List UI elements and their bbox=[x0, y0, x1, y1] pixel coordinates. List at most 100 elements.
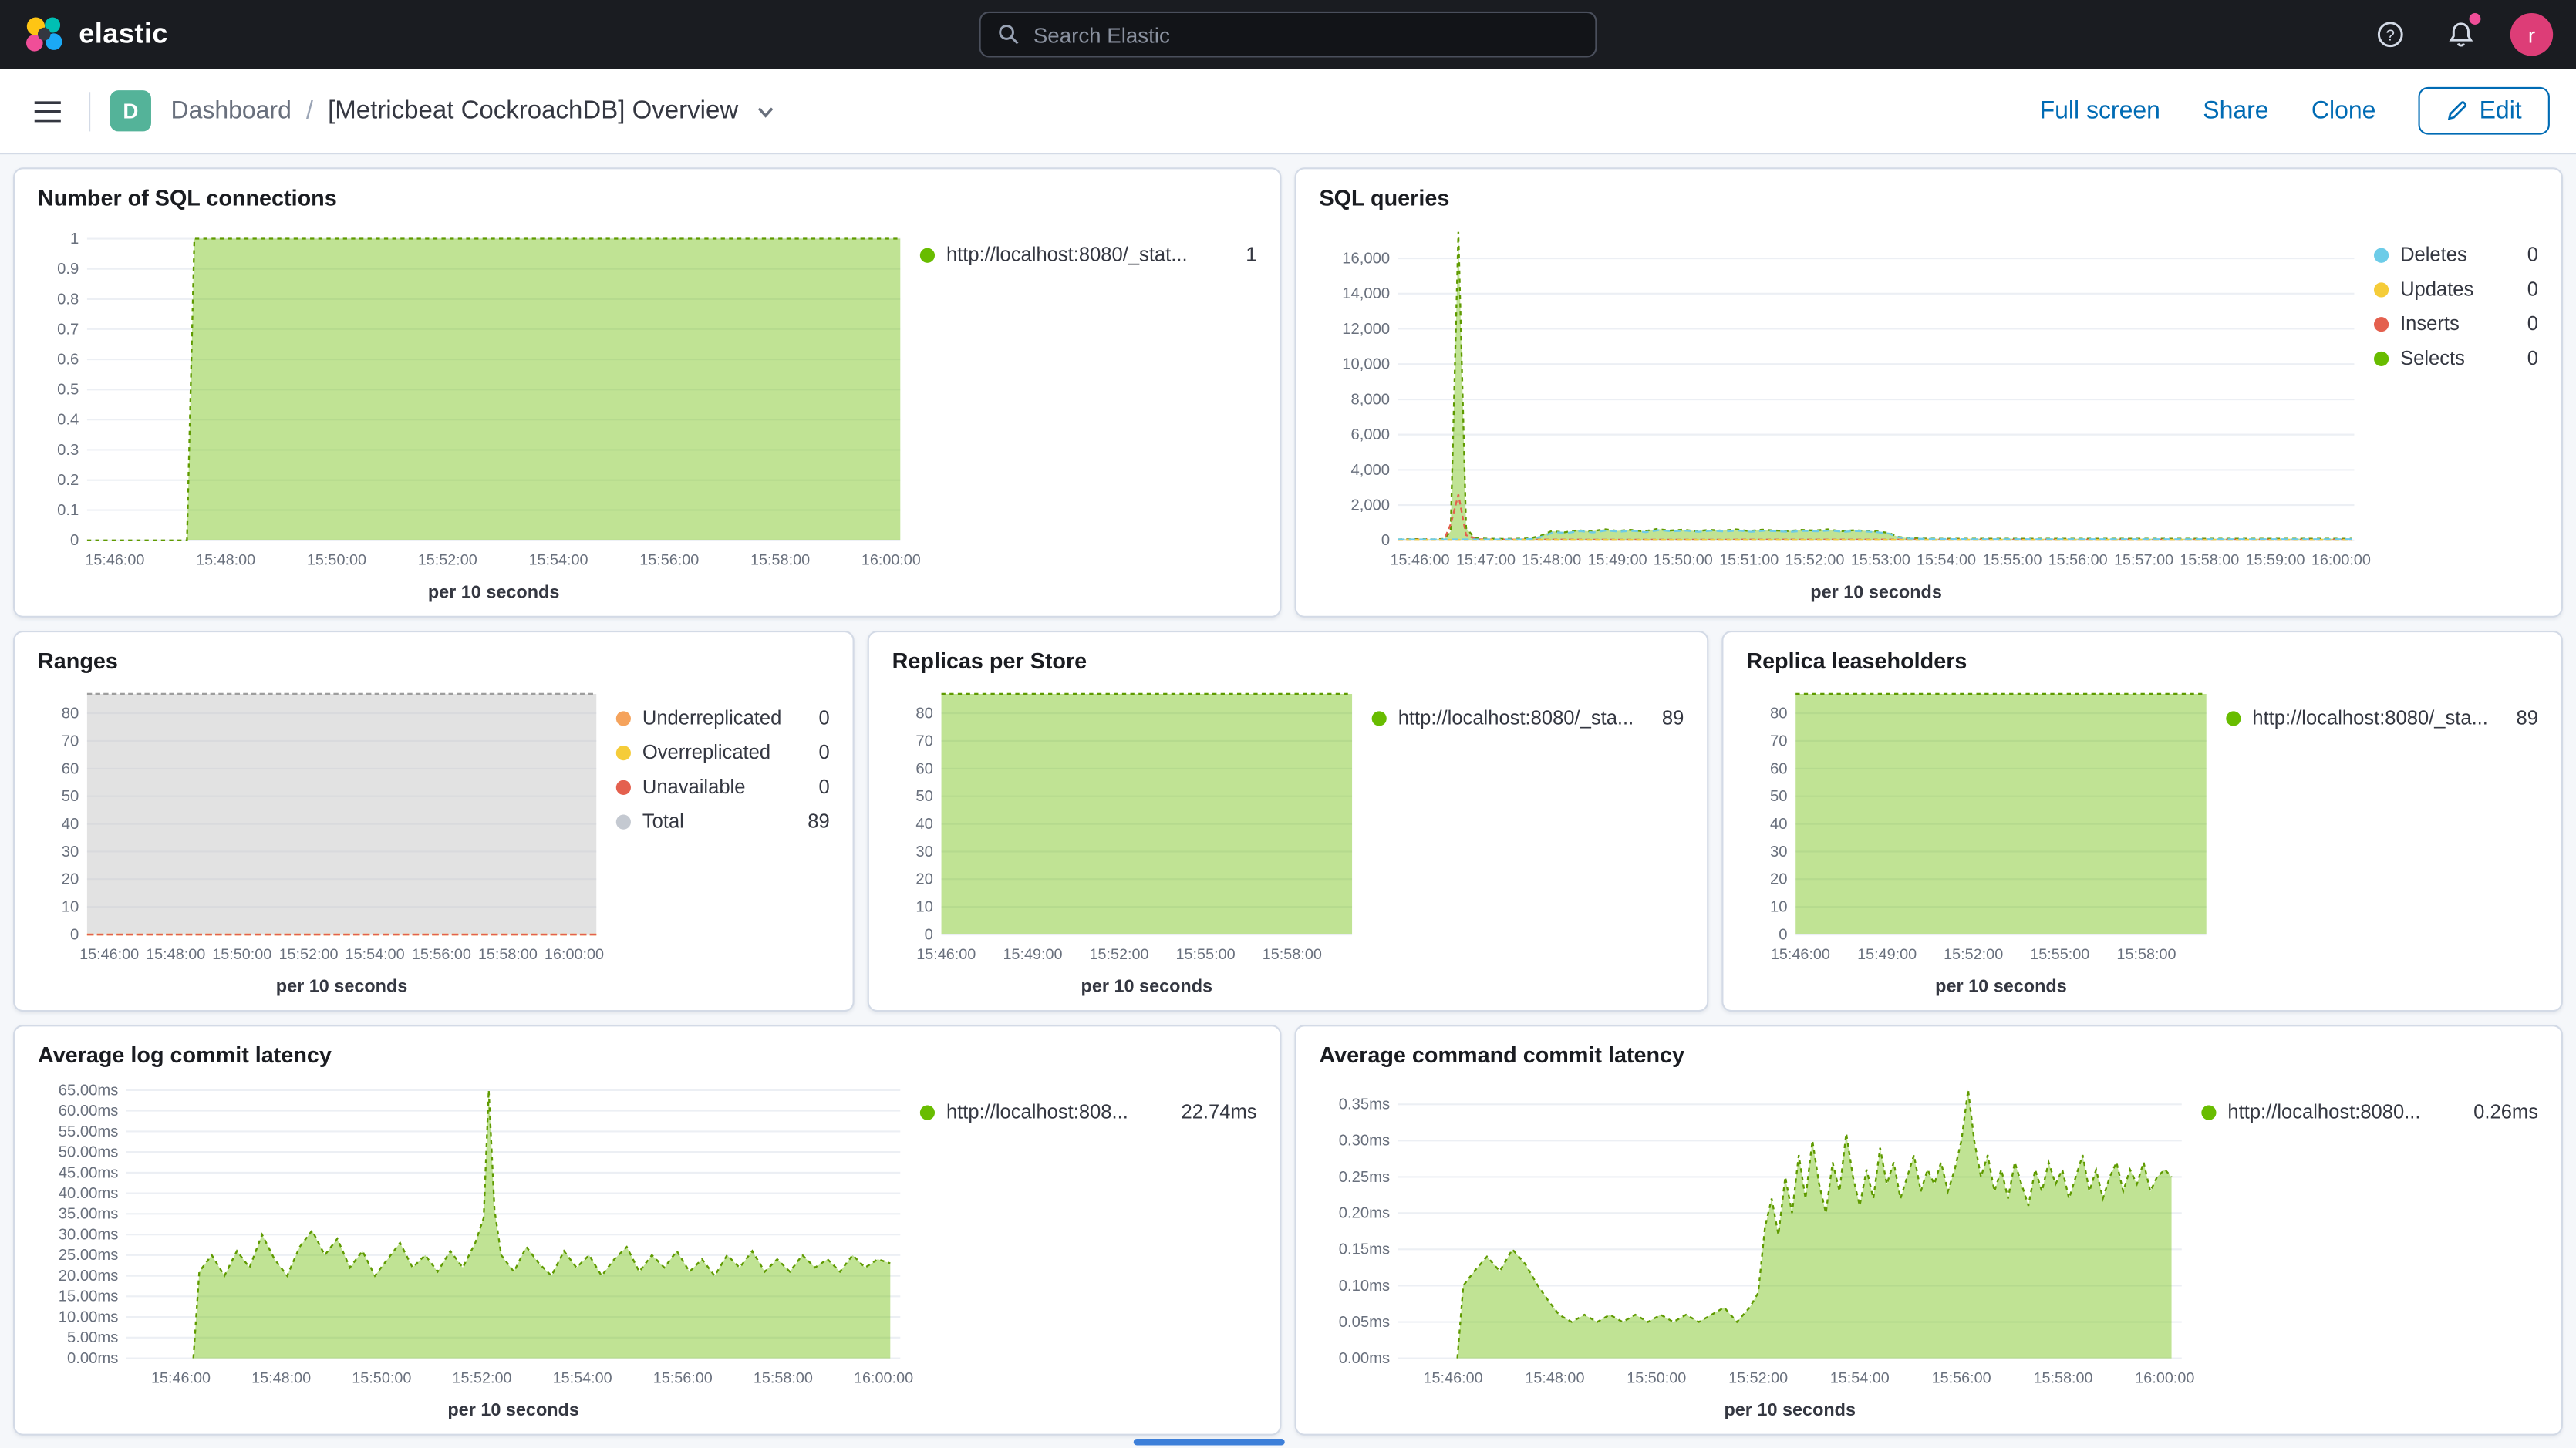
svg-text:15:49:00: 15:49:00 bbox=[1003, 946, 1062, 963]
svg-text:15:48:00: 15:48:00 bbox=[146, 946, 205, 963]
svg-text:15:46:00: 15:46:00 bbox=[151, 1370, 211, 1387]
panel-sql-queries: SQL queries 02,0004,0006,0008,00010,0001… bbox=[1295, 167, 2563, 618]
svg-text:50: 50 bbox=[915, 789, 933, 806]
legend-item[interactable]: http://localhost:808... 22.74ms bbox=[920, 1101, 1257, 1124]
svg-text:15:46:00: 15:46:00 bbox=[916, 946, 976, 963]
help-icon: ? bbox=[2375, 20, 2405, 49]
elastic-home-link[interactable]: elastic bbox=[23, 14, 168, 55]
svg-text:0.5: 0.5 bbox=[57, 382, 79, 399]
svg-text:15:54:00: 15:54:00 bbox=[528, 552, 588, 569]
legend-value: 0 bbox=[802, 776, 830, 799]
legend-label: Deletes bbox=[2400, 244, 2467, 267]
menu-toggle-button[interactable] bbox=[26, 91, 69, 130]
legend-item[interactable]: http://localhost:8080... 0.26ms bbox=[2201, 1101, 2538, 1124]
svg-text:25.00ms: 25.00ms bbox=[59, 1248, 119, 1264]
svg-text:0.25ms: 0.25ms bbox=[1339, 1169, 1390, 1186]
svg-text:15:46:00: 15:46:00 bbox=[1424, 1370, 1483, 1387]
edit-button[interactable]: Edit bbox=[2419, 87, 2550, 135]
svg-text:0: 0 bbox=[1779, 927, 1787, 944]
chart-ranges[interactable]: 0102030405060708015:46:0015:48:0015:50:0… bbox=[38, 677, 616, 1003]
legend-item[interactable]: Inserts 0 bbox=[2374, 312, 2538, 335]
svg-text:0: 0 bbox=[70, 533, 79, 550]
legend-item[interactable]: http://localhost:8080/_stat... 1 bbox=[920, 244, 1257, 267]
svg-text:15:58:00: 15:58:00 bbox=[2116, 946, 2176, 963]
svg-text:30: 30 bbox=[1770, 844, 1788, 860]
svg-text:60.00ms: 60.00ms bbox=[59, 1103, 119, 1120]
user-avatar[interactable]: r bbox=[2510, 13, 2553, 56]
svg-text:0.15ms: 0.15ms bbox=[1339, 1241, 1390, 1258]
svg-text:0: 0 bbox=[70, 927, 79, 944]
svg-text:0.35ms: 0.35ms bbox=[1339, 1096, 1390, 1113]
svg-text:20: 20 bbox=[62, 871, 79, 888]
header-actions: Full screen Share Clone Edit bbox=[2040, 87, 2550, 135]
svg-text:15:56:00: 15:56:00 bbox=[412, 946, 471, 963]
svg-text:15:54:00: 15:54:00 bbox=[346, 946, 405, 963]
chart-replicas-per-store[interactable]: 0102030405060708015:46:0015:49:0015:52:0… bbox=[892, 677, 1372, 1003]
help-button[interactable]: ? bbox=[2369, 13, 2412, 56]
svg-text:15:52:00: 15:52:00 bbox=[452, 1370, 511, 1387]
legend-item[interactable]: Updates 0 bbox=[2374, 278, 2538, 301]
legend-item[interactable]: Unavailable 0 bbox=[616, 776, 830, 799]
svg-text:15:46:00: 15:46:00 bbox=[1391, 552, 1450, 569]
series-color-dot bbox=[2374, 351, 2389, 365]
svg-text:1: 1 bbox=[70, 231, 79, 248]
alerts-button[interactable] bbox=[2439, 13, 2482, 56]
chart-log-commit-latency[interactable]: 0.00ms5.00ms10.00ms15.00ms20.00ms25.00ms… bbox=[38, 1071, 920, 1427]
svg-text:per 10 seconds: per 10 seconds bbox=[1081, 976, 1213, 996]
svg-text:16:00:00: 16:00:00 bbox=[861, 552, 920, 569]
full-screen-button[interactable]: Full screen bbox=[2040, 97, 2160, 125]
svg-text:16,000: 16,000 bbox=[1342, 251, 1390, 268]
search-input[interactable] bbox=[1033, 22, 1579, 47]
legend-label: Unavailable bbox=[642, 776, 746, 799]
svg-text:15:48:00: 15:48:00 bbox=[251, 1370, 311, 1387]
svg-text:15:49:00: 15:49:00 bbox=[1588, 552, 1647, 569]
dashboard-app-badge: D bbox=[110, 90, 151, 131]
clone-button[interactable]: Clone bbox=[2311, 97, 2376, 125]
chart-command-commit-latency[interactable]: 0.00ms0.05ms0.10ms0.15ms0.20ms0.25ms0.30… bbox=[1319, 1071, 2201, 1427]
dashboard-row-1: Number of SQL connections 00.10.20.30.40… bbox=[13, 167, 2563, 618]
svg-text:15:56:00: 15:56:00 bbox=[1932, 1370, 1991, 1387]
legend-item[interactable]: Underreplicated 0 bbox=[616, 706, 830, 729]
legend-ranges: Underreplicated 0 Overreplicated 0 Unava… bbox=[616, 677, 830, 1003]
svg-text:15:48:00: 15:48:00 bbox=[196, 552, 255, 569]
breadcrumb-dashboard-link[interactable]: Dashboard bbox=[171, 97, 292, 125]
svg-text:15:57:00: 15:57:00 bbox=[2114, 552, 2173, 569]
header-divider bbox=[89, 91, 90, 130]
svg-text:15:53:00: 15:53:00 bbox=[1851, 552, 1910, 569]
global-search[interactable] bbox=[979, 12, 1597, 58]
legend-label: http://localhost:808... bbox=[946, 1101, 1128, 1124]
legend-item[interactable]: Deletes 0 bbox=[2374, 244, 2538, 267]
horizontal-scrollbar-thumb[interactable] bbox=[1134, 1439, 1285, 1446]
legend-value: 22.74ms bbox=[1165, 1101, 1256, 1124]
svg-text:per 10 seconds: per 10 seconds bbox=[1810, 582, 1942, 602]
svg-text:15:47:00: 15:47:00 bbox=[1456, 552, 1516, 569]
chart-sql-connections[interactable]: 00.10.20.30.40.50.60.70.80.9115:46:0015:… bbox=[38, 214, 920, 609]
svg-text:60: 60 bbox=[1770, 761, 1788, 778]
svg-text:0.4: 0.4 bbox=[57, 412, 79, 429]
svg-text:15:52:00: 15:52:00 bbox=[1089, 946, 1148, 963]
legend-item[interactable]: http://localhost:8080/_sta... 89 bbox=[1372, 706, 1684, 729]
svg-text:15:55:00: 15:55:00 bbox=[2030, 946, 2089, 963]
panel-ranges: Ranges 0102030405060708015:46:0015:48:00… bbox=[13, 631, 855, 1012]
svg-text:0.9: 0.9 bbox=[57, 261, 79, 278]
svg-text:15:58:00: 15:58:00 bbox=[754, 1370, 813, 1387]
svg-text:per 10 seconds: per 10 seconds bbox=[276, 976, 408, 996]
chart-sql-queries[interactable]: 02,0004,0006,0008,00010,00012,00014,0001… bbox=[1319, 214, 2374, 609]
svg-text:10.00ms: 10.00ms bbox=[59, 1309, 119, 1326]
svg-text:16:00:00: 16:00:00 bbox=[2135, 1370, 2194, 1387]
legend-item[interactable]: Selects 0 bbox=[2374, 347, 2538, 370]
avatar-initial: r bbox=[2528, 22, 2535, 47]
chart-replica-leaseholders[interactable]: 0102030405060708015:46:0015:49:0015:52:0… bbox=[1746, 677, 2226, 1003]
dashboard-header: D Dashboard / [Metricbeat CockroachDB] O… bbox=[0, 69, 2576, 154]
series-color-dot bbox=[920, 1105, 935, 1120]
svg-text:16:00:00: 16:00:00 bbox=[545, 946, 604, 963]
svg-text:0.00ms: 0.00ms bbox=[1339, 1350, 1390, 1367]
chevron-down-icon[interactable] bbox=[757, 101, 777, 121]
legend-value: 89 bbox=[1646, 706, 1684, 729]
legend-item[interactable]: Total 89 bbox=[616, 810, 830, 833]
legend-item[interactable]: http://localhost:8080/_sta... 89 bbox=[2226, 706, 2538, 729]
share-button[interactable]: Share bbox=[2203, 97, 2268, 125]
legend-replica-leaseholders: http://localhost:8080/_sta... 89 bbox=[2226, 677, 2538, 1003]
svg-text:0.10ms: 0.10ms bbox=[1339, 1278, 1390, 1295]
legend-item[interactable]: Overreplicated 0 bbox=[616, 741, 830, 764]
